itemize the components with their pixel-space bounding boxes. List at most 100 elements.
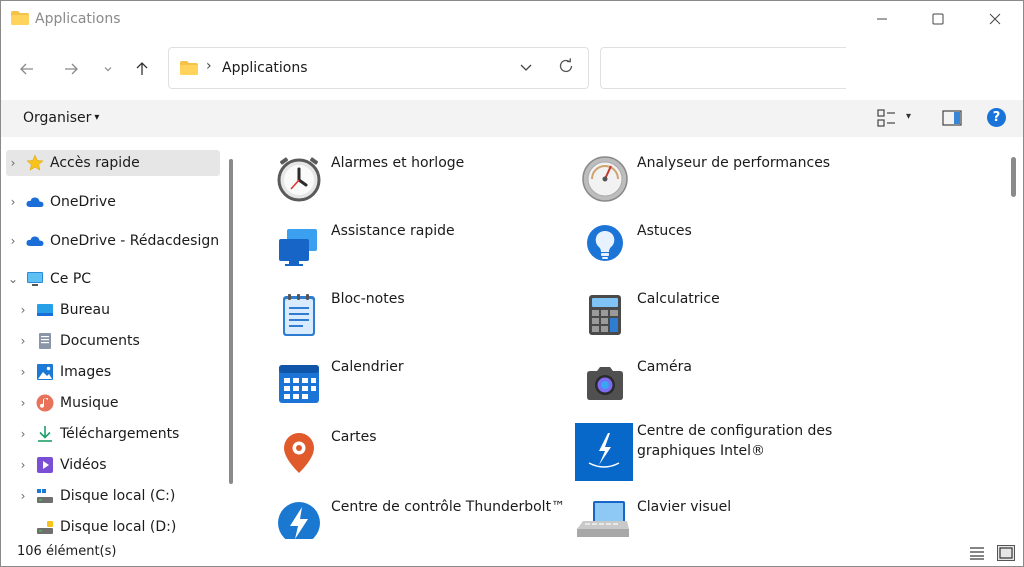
refresh-icon[interactable] <box>557 57 575 75</box>
documents-icon <box>39 333 51 349</box>
app-item-clavier-visuel[interactable]: Clavier visuel <box>575 499 875 539</box>
view-options-caret-icon[interactable]: ▾ <box>906 111 911 122</box>
sidebar-item-telechargements[interactable]: › Téléchargements <box>16 421 179 447</box>
chevron-right-icon[interactable]: › <box>6 195 20 209</box>
search-input[interactable] <box>600 47 846 89</box>
app-item-cartes[interactable]: Cartes <box>275 429 575 489</box>
folder-icon <box>180 61 198 75</box>
sidebar-item-images[interactable]: › Images <box>16 359 111 385</box>
app-item-camera[interactable]: Caméra <box>581 359 881 419</box>
keyboard-icon <box>577 501 629 537</box>
camera-icon <box>587 367 623 400</box>
command-bar: Organiser ▾ ▾ ? <box>1 100 1023 137</box>
sidebar-item-ce-pc[interactable]: ⌄ Ce PC <box>6 266 91 292</box>
up-button[interactable] <box>130 57 154 81</box>
sidebar-item-bureau[interactable]: › Bureau <box>16 297 110 323</box>
gauge-icon <box>582 156 628 202</box>
forward-button[interactable] <box>59 57 83 81</box>
cloud-icon <box>26 197 44 207</box>
app-item-alarmes[interactable]: Alarmes et horloge <box>275 155 575 215</box>
sidebar-item-videos[interactable]: › Vidéos <box>16 452 107 478</box>
sidebar-item-label: Musique <box>60 395 119 411</box>
chevron-right-icon[interactable]: › <box>16 365 30 379</box>
caret-down-icon: ▾ <box>94 112 100 123</box>
drive-d-icon <box>37 521 53 534</box>
sidebar-item-musique[interactable]: › Musique <box>16 390 119 416</box>
music-icon <box>36 394 54 412</box>
minimize-button[interactable] <box>854 1 910 37</box>
app-item-analyseur[interactable]: Analyseur de performances <box>581 155 881 215</box>
sidebar-item-label: OneDrive <box>50 194 116 210</box>
sidebar-item-disque-c[interactable]: › Disque local (C:) <box>16 483 176 509</box>
images-icon <box>37 364 53 380</box>
navigation-pane: › Accès rapide › OneDrive › OneDrive - R… <box>1 137 239 539</box>
maximize-button[interactable] <box>910 1 966 37</box>
cloud-icon <box>26 236 44 246</box>
thunderbolt-icon <box>278 502 320 539</box>
chevron-down-icon[interactable]: ⌄ <box>6 272 20 286</box>
notepad-icon <box>283 294 315 336</box>
sidebar-item-label: Téléchargements <box>60 426 180 442</box>
chevron-right-icon[interactable]: › <box>16 396 30 410</box>
app-item-bloc-notes[interactable]: Bloc-notes <box>275 291 575 351</box>
app-label: Analyseur de performances <box>637 155 831 171</box>
app-label: Assistance rapide <box>331 223 455 239</box>
recent-locations-button[interactable] <box>96 57 120 81</box>
app-label: Calculatrice <box>637 291 720 307</box>
desktop-icon <box>37 304 53 316</box>
app-item-assistance-rapide[interactable]: Assistance rapide <box>275 223 575 283</box>
clock-icon <box>277 157 321 202</box>
breadcrumb-applications[interactable]: Applications <box>222 60 308 76</box>
close-button[interactable] <box>967 1 1023 37</box>
app-label: Alarmes et horloge <box>331 155 465 171</box>
details-view-icon[interactable] <box>969 546 985 560</box>
tiles-view-icon[interactable] <box>997 545 1015 561</box>
sidebar-item-label: Ce PC <box>50 271 92 287</box>
app-item-intel-graphics[interactable]: Centre de configuration des graphiques I… <box>575 423 875 483</box>
app-item-calendrier[interactable]: Calendrier <box>275 359 575 419</box>
minimize-icon <box>877 18 887 20</box>
chevron-right-icon[interactable]: › <box>16 334 30 348</box>
chevron-right-icon[interactable]: › <box>16 427 30 441</box>
back-button[interactable] <box>15 57 39 81</box>
address-history-chevron-icon[interactable] <box>519 60 533 74</box>
organiser-label: Organiser <box>23 110 92 126</box>
map-pin-icon <box>284 433 314 473</box>
app-label: Cartes <box>331 429 377 445</box>
breadcrumb-separator[interactable]: › <box>206 58 212 74</box>
sidebar-item-acces-rapide[interactable]: › Accès rapide <box>6 150 220 176</box>
window-title: Applications <box>35 11 121 27</box>
arrow-up-icon <box>136 62 148 75</box>
sidebar-item-label: Vidéos <box>60 457 107 473</box>
arrow-right-icon <box>65 63 78 75</box>
chevron-right-icon[interactable]: › <box>6 234 20 248</box>
quick-assist-icon <box>279 229 317 266</box>
videos-icon <box>37 457 53 473</box>
sidebar-item-label: Documents <box>60 333 140 349</box>
sidebar-item-disque-d[interactable]: Disque local (D:) <box>36 514 176 540</box>
preview-pane-icon[interactable] <box>942 110 962 126</box>
content-scrollbar[interactable] <box>1011 157 1016 197</box>
organiser-button[interactable]: Organiser ▾ <box>23 110 99 126</box>
explorer-window: Applications › Applications Organiser ▾ … <box>0 0 1024 567</box>
sidebar-item-onedrive[interactable]: › OneDrive <box>6 189 116 215</box>
close-icon <box>989 13 1001 25</box>
address-bar[interactable]: › Applications <box>168 47 589 89</box>
help-button[interactable]: ? <box>987 108 1006 127</box>
intel-graphics-icon <box>575 423 633 481</box>
maximize-icon <box>932 13 944 25</box>
sidebar-item-documents[interactable]: › Documents <box>16 328 140 354</box>
calendar-icon <box>279 365 319 403</box>
computer-icon <box>27 272 43 286</box>
chevron-right-icon[interactable]: › <box>6 156 20 170</box>
app-label: Caméra <box>637 359 692 375</box>
app-item-thunderbolt[interactable]: Centre de contrôle Thunderbolt™ <box>275 499 575 539</box>
sidebar-item-onedrive-redacdesign[interactable]: › OneDrive - Rédacdesign <box>6 228 220 254</box>
chevron-right-icon[interactable]: › <box>16 458 30 472</box>
chevron-right-icon[interactable]: › <box>16 489 30 503</box>
sidebar-scrollbar[interactable] <box>229 159 233 484</box>
chevron-right-icon[interactable]: › <box>16 303 30 317</box>
view-layout-icon[interactable] <box>877 109 897 127</box>
app-item-calculatrice[interactable]: Calculatrice <box>581 291 881 351</box>
app-item-astuces[interactable]: Astuces <box>581 223 881 283</box>
